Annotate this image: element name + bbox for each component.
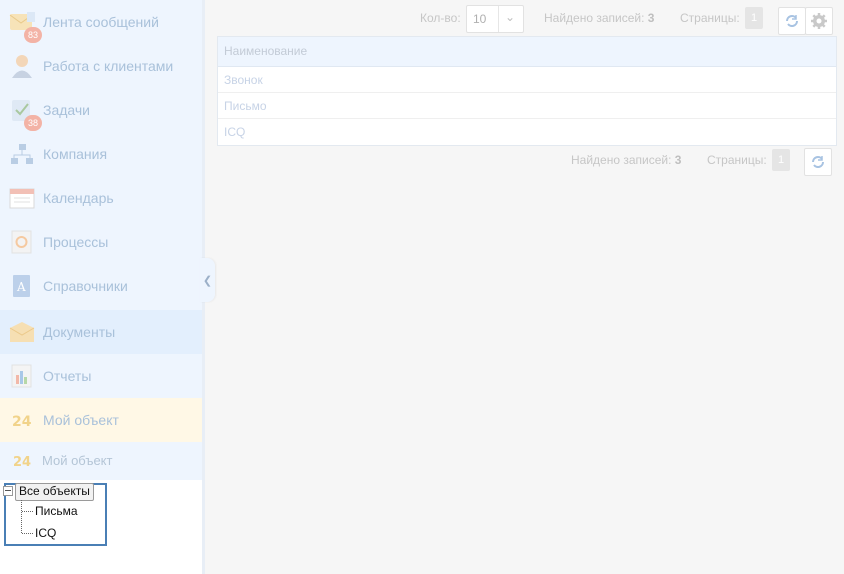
bitrix24-object-icon: 24	[13, 451, 33, 471]
sidebar-item-my-object[interactable]: 24 Мой объект	[0, 398, 202, 442]
tree-connector	[21, 500, 22, 533]
directory-book-icon: A	[9, 273, 35, 299]
tree-node-letters[interactable]: Письма	[35, 504, 78, 518]
svg-text:24: 24	[13, 455, 31, 470]
qty-select-value: 10	[473, 12, 487, 26]
row-name: Письмо	[224, 99, 267, 113]
grid-column-header[interactable]: Наименование	[218, 37, 836, 67]
sidebar-item-tasks[interactable]: Задачи 38	[0, 88, 202, 132]
tree-connector	[22, 533, 33, 534]
tree-connector	[22, 511, 33, 512]
notification-badge: 38	[24, 115, 42, 131]
sidebar-item-reports[interactable]: Отчеты	[0, 354, 202, 398]
sidebar-item-label: Лента сообщений	[43, 14, 159, 30]
settings-button[interactable]	[805, 7, 833, 35]
sidebar-item-clients[interactable]: Работа с клиентами	[0, 44, 202, 88]
sidebar-item-directories[interactable]: A Справочники	[0, 264, 202, 308]
found-label: Найдено записей:	[544, 11, 645, 25]
found-records: Найдено записей: 3	[544, 11, 654, 25]
page-number-button[interactable]: 1	[745, 7, 763, 29]
reports-chart-icon	[9, 363, 35, 389]
table-row[interactable]: ICQ	[218, 119, 836, 144]
qty-label: Кол-во:	[420, 11, 461, 25]
notification-badge: 83	[24, 27, 42, 43]
org-structure-icon	[9, 141, 35, 167]
footer-pages-label: Страницы:	[707, 153, 767, 167]
tree-node-icq[interactable]: ICQ	[35, 526, 56, 540]
tree-root-node[interactable]: Все объекты	[15, 483, 94, 501]
found-count: 3	[674, 153, 682, 167]
sidebar-item-label: Задачи	[43, 102, 91, 118]
refresh-icon	[786, 15, 798, 27]
qty-select[interactable]: 10 ⌄	[466, 5, 524, 33]
table-row[interactable]: Звонок	[218, 67, 836, 93]
gear-icon	[811, 13, 827, 29]
processes-icon	[9, 229, 35, 255]
sidebar-subitem-my-object[interactable]: 24 Мой объект	[0, 440, 202, 480]
refresh-icon	[812, 156, 824, 168]
footer-page-number-button[interactable]: 1	[772, 149, 790, 171]
footer-refresh-button[interactable]	[804, 148, 832, 176]
sidebar-item-label: Работа с клиентами	[43, 58, 174, 74]
sidebar-item-label: Справочники	[43, 278, 128, 294]
column-header-name: Наименование	[224, 44, 308, 58]
tree-expander-icon[interactable]	[3, 486, 13, 496]
chevron-left-icon: ❮	[202, 274, 213, 287]
qty-select-divider	[498, 6, 499, 32]
sidebar-item-label: Процессы	[43, 234, 109, 250]
pages-label: Страницы:	[680, 11, 740, 25]
found-count: 3	[647, 11, 655, 25]
row-name: Звонок	[224, 73, 263, 87]
svg-text:24: 24	[12, 414, 32, 430]
sidebar-item-label: Календарь	[43, 190, 114, 206]
sidebar-item-calendar[interactable]: Календарь	[0, 176, 202, 220]
sidebar-collapse-button[interactable]: ❮	[200, 258, 215, 302]
sidebar-item-label: Мой объект	[43, 412, 119, 428]
sidebar-item-processes[interactable]: Процессы	[0, 220, 202, 264]
records-grid: Наименование Звонок Письмо ICQ	[217, 36, 837, 146]
bitrix24-object-icon: 24	[9, 407, 35, 433]
sidebar-item-company[interactable]: Компания	[0, 132, 202, 176]
refresh-button[interactable]	[778, 7, 806, 35]
chevron-down-icon: ⌄	[505, 10, 516, 24]
sidebar-subitem-label: Мой объект	[42, 452, 113, 468]
documents-folder-icon	[9, 319, 35, 345]
sidebar-item-label: Документы	[43, 324, 116, 340]
svg-text:A: A	[16, 280, 26, 294]
sidebar-item-documents[interactable]: Документы	[0, 310, 202, 354]
table-row[interactable]: Письмо	[218, 93, 836, 119]
calendar-icon	[9, 185, 35, 211]
sidebar-item-feed[interactable]: Лента сообщений 83	[0, 0, 202, 44]
sidebar-item-label: Компания	[43, 146, 108, 162]
footer-found-records: Найдено записей: 3	[571, 153, 681, 167]
sidebar-item-label: Отчеты	[43, 368, 92, 384]
found-label: Найдено записей:	[571, 153, 672, 167]
client-person-icon	[9, 53, 35, 79]
row-name: ICQ	[224, 125, 246, 139]
